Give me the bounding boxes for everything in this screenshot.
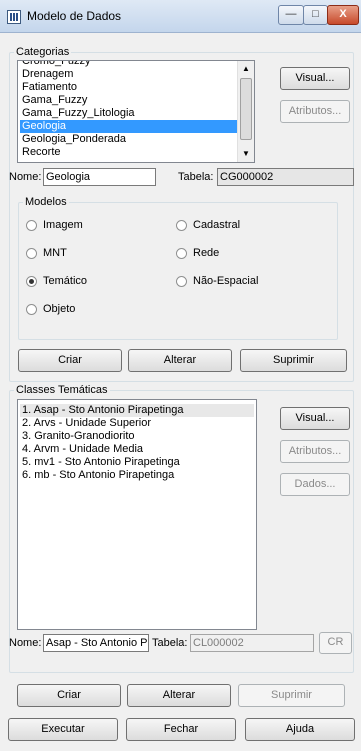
radio-label: Imagem	[43, 219, 83, 231]
classe-item[interactable]: 6. mb - Sto Antonio Pirapetinga	[20, 469, 254, 482]
classe-nome-input[interactable]: Asap - Sto Antonio P	[43, 634, 149, 652]
radio-label: Temático	[43, 275, 88, 287]
categoria-item[interactable]: Fatiamento	[20, 81, 252, 94]
classe-nome-label: Nome:	[9, 637, 42, 649]
maximize-button[interactable]: □	[303, 5, 328, 25]
radio-indicator	[26, 220, 37, 231]
categoria-alterar-button[interactable]: Alterar	[128, 349, 232, 372]
modelos-group: Modelos Imagem Cadastral MNT Rede Temáti…	[18, 196, 338, 340]
radio-label: Objeto	[43, 303, 76, 315]
scroll-thumb[interactable]	[240, 78, 252, 140]
categorias-legend: Categorias	[14, 46, 72, 58]
categoria-item[interactable]: Drenagem	[20, 68, 252, 81]
fechar-button[interactable]: Fechar	[126, 718, 236, 741]
classes-legend: Classes Temáticas	[14, 384, 110, 396]
scroll-down-icon[interactable]: ▼	[238, 146, 254, 162]
app-icon	[7, 10, 21, 24]
categorias-group: Categorias Cromo_Fuzzy Drenagem Fatiamen…	[9, 46, 354, 382]
classe-tabela-field: CL000002	[190, 634, 314, 652]
categoria-item[interactable]: Geologia_Ponderada	[20, 133, 252, 146]
categoria-criar-button[interactable]: Criar	[18, 349, 122, 372]
modelos-legend: Modelos	[23, 196, 69, 208]
classe-visual-button[interactable]: Visual...	[280, 407, 350, 430]
nome-label: Nome:	[9, 171, 42, 183]
radio-label: Rede	[193, 247, 220, 259]
radio-indicator	[176, 276, 187, 287]
classe-tabela-label: Tabela:	[152, 637, 188, 649]
executar-button[interactable]: Executar	[8, 718, 118, 741]
radio-label: MNT	[43, 247, 67, 259]
classe-alterar-button[interactable]: Alterar	[127, 684, 231, 707]
radio-indicator-selected	[26, 276, 37, 287]
radio-indicator	[176, 248, 187, 259]
categoria-suprimir-button[interactable]: Suprimir	[240, 349, 347, 372]
classes-list[interactable]: 1. Asap - Sto Antonio Pirapetinga 2. Arv…	[17, 399, 257, 630]
tabela-label: Tabela:	[178, 171, 214, 183]
categoria-item[interactable]: Gama_Fuzzy	[20, 94, 252, 107]
categoria-atributos-button[interactable]: Atributos...	[280, 100, 350, 123]
close-button[interactable]: X	[327, 5, 359, 25]
classe-item[interactable]: 4. Arvm - Unidade Media	[20, 443, 254, 456]
scroll-up-icon[interactable]: ▲	[238, 61, 254, 77]
radio-label: Não-Espacial	[193, 275, 259, 287]
nome-input[interactable]: Geologia	[43, 168, 156, 186]
classe-dados-button[interactable]: Dados...	[280, 473, 350, 496]
classe-atributos-button[interactable]: Atributos...	[280, 440, 350, 463]
categoria-item[interactable]: Recorte	[20, 146, 252, 159]
classe-item-highlighted[interactable]: 1. Asap - Sto Antonio Pirapetinga	[20, 404, 254, 417]
window-title: Modelo de Dados	[27, 9, 122, 23]
minimize-button[interactable]: —	[278, 5, 304, 25]
classe-criar-button[interactable]: Criar	[17, 684, 121, 707]
radio-indicator	[26, 248, 37, 259]
classe-item[interactable]: 5. mv1 - Sto Antonio Pirapetinga	[20, 456, 254, 469]
categoria-item[interactable]: Gama_Fuzzy_Litologia	[20, 107, 252, 120]
radio-indicator	[176, 220, 187, 231]
classe-item[interactable]: 2. Arvs - Unidade Superior	[20, 417, 254, 430]
title-bar[interactable]: Modelo de Dados — □ X	[0, 0, 361, 33]
classe-suprimir-button[interactable]: Suprimir	[238, 684, 345, 707]
radio-label: Cadastral	[193, 219, 241, 231]
tabela-field: CG000002	[217, 168, 354, 186]
ajuda-button[interactable]: Ajuda	[245, 718, 355, 741]
radio-indicator	[26, 304, 37, 315]
classes-group: Classes Temáticas 1. Asap - Sto Antonio …	[9, 384, 354, 673]
categorias-list[interactable]: Cromo_Fuzzy Drenagem Fatiamento Gama_Fuz…	[17, 60, 255, 163]
cr-button[interactable]: CR	[319, 632, 352, 654]
categoria-item-selected[interactable]: Geologia	[20, 120, 252, 133]
classe-item[interactable]: 3. Granito-Granodiorito	[20, 430, 254, 443]
categorias-scrollbar[interactable]: ▲ ▼	[237, 61, 254, 162]
categoria-visual-button[interactable]: Visual...	[280, 67, 350, 90]
categoria-item-partial[interactable]: Cromo_Fuzzy	[20, 61, 252, 68]
